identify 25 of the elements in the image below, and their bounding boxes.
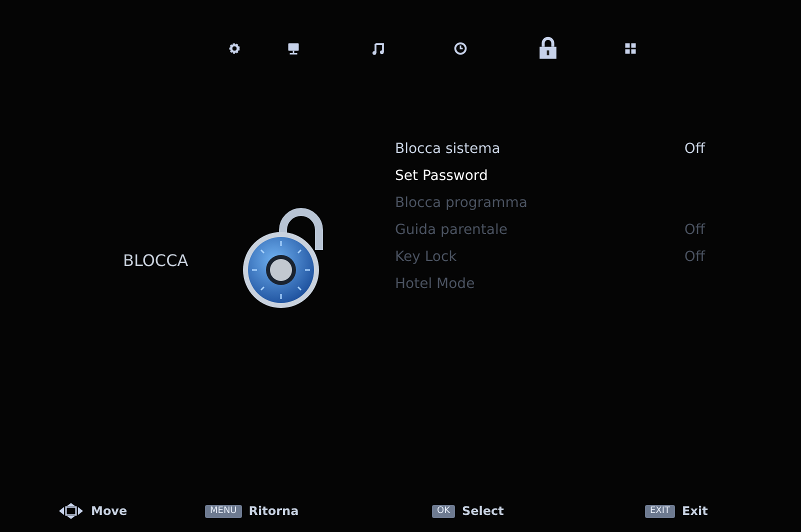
item-value: Off [684,221,706,240]
remote-key: EXIT [645,504,676,518]
gear-icon [226,40,242,56]
hint-label: Move [91,503,128,520]
music-icon [370,40,386,56]
item-label: Hotel Mode [395,275,475,294]
item-value: Off [684,140,706,159]
section-title: BLOCCA [123,250,190,272]
hint-label: Ritorna [248,503,299,520]
hint-label: Select [462,503,504,520]
direction-arrows-icon [58,502,84,520]
item-label: Guida parentale [395,221,508,240]
item-label: Key Lock [395,248,457,267]
remote-key: OK [432,504,455,518]
clock-icon [452,40,468,56]
remote-key: MENU [205,504,242,518]
hint-label: Exit [682,503,708,520]
item-label: Blocca sistema [395,140,500,159]
item-value: Off [684,248,706,267]
menu-item[interactable]: Set Password [395,163,720,190]
item-label: Set Password [395,167,488,186]
item-label: Blocca programma [395,194,528,213]
grid-icon [622,40,638,56]
menu-item[interactable]: Blocca sistema Off [395,136,720,163]
monitor-icon [286,40,300,56]
